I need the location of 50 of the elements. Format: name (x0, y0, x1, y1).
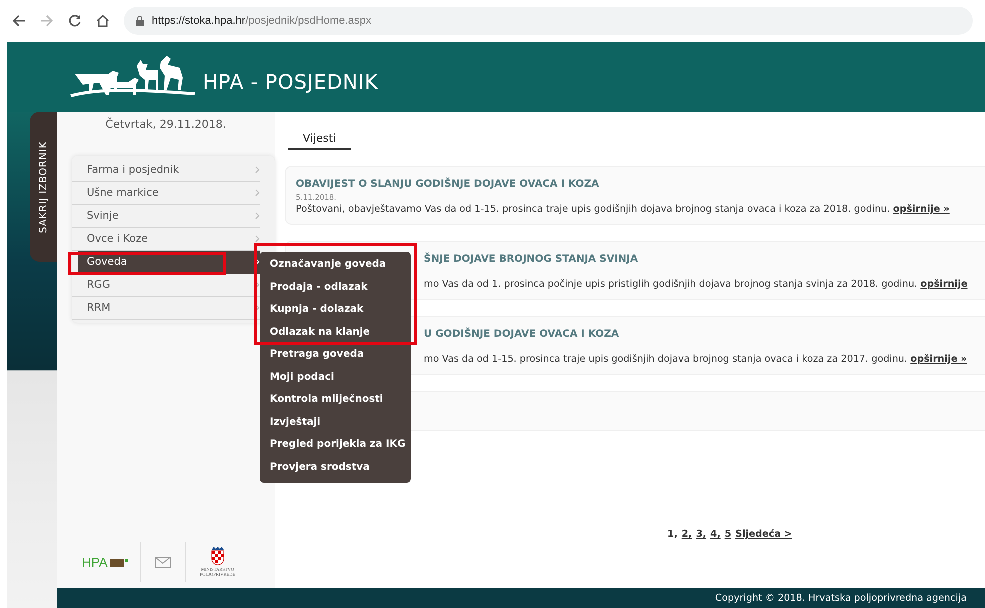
hide-menu-label: SAKRIJ IZBORNIK (38, 141, 49, 233)
address-bar[interactable]: https://stoka.hpa.hr/posjednik/psdHome.aspx (124, 7, 973, 35)
page-link[interactable]: Sljedeća > (736, 529, 792, 540)
read-more-link[interactable]: opširnije » (910, 354, 968, 365)
news-title[interactable]: OBAVIJEST O SLANJU GODIŠNJE DOJAVE OVACA I KOZA (296, 179, 600, 190)
submenu-item[interactable]: Označavanje goveda (260, 254, 411, 276)
current-page: 1, (668, 529, 678, 540)
page-link[interactable]: 4, (710, 529, 721, 540)
submenu-item[interactable]: Kontrola mliječnosti (260, 389, 411, 412)
current-date: Četvrtak, 29.11.2018. (104, 116, 228, 133)
chevron-right-icon (255, 258, 260, 266)
menu-item[interactable]: Farma i posjednik (72, 159, 260, 182)
copyright-text: Copyright © 2018. Hrvatska poljoprivredna agencija (715, 592, 967, 604)
home-icon[interactable] (96, 14, 110, 28)
submenu-item[interactable]: Pregled porijekla za IKG (260, 434, 411, 456)
chevron-right-icon (255, 304, 260, 312)
mail-icon[interactable] (154, 556, 171, 568)
tab[interactable]: Vijesti (288, 128, 352, 150)
submenu-item[interactable]: Pretraga goveda (260, 344, 411, 366)
page-link[interactable]: 3, (696, 529, 707, 540)
chevron-right-icon (255, 235, 260, 243)
hpa-logo-bars (110, 557, 130, 567)
site-title: HPA - POSJEDNIK (203, 70, 378, 94)
read-more-link[interactable]: opširnije » (893, 204, 950, 215)
chevron-right-icon (255, 166, 260, 174)
url-text: https://stoka.hpa.hr/posjednik/psdHome.aspx (152, 15, 372, 27)
read-more-link[interactable]: opširnije (920, 279, 968, 290)
page-link[interactable]: 2, (682, 529, 692, 540)
submenu-item[interactable]: Prodaja - odlazak (260, 276, 411, 299)
chevron-right-icon (255, 189, 260, 197)
news-text: mo Vas da od 1. prosinca počinje upis pristiglih godišnjih dojava brojnog stanja svinja za 2018. godinu. opširnije (424, 279, 968, 290)
hide-menu-tab[interactable]: SAKRIJ IZBORNIK (30, 112, 57, 262)
chevron-right-icon (255, 281, 260, 289)
menu-item[interactable]: Svinje (72, 205, 260, 228)
page-link[interactable]: 5 (724, 529, 732, 540)
coat-of-arms-icon (210, 546, 225, 565)
lock-icon (136, 16, 144, 26)
hpa-logo-text: HPA (82, 554, 108, 570)
news-title[interactable]: U GODIŠNJE DOJAVE OVACA I KOZA (424, 329, 620, 340)
news-text: Poštovani, obavještavamo Vas da od 1-15. prosinca traje upis godišnjih dojava brojnog stanja ovaca i koza za 2018. godinu. opširnije » (296, 204, 950, 215)
submenu-item[interactable]: Provjera srodstva (260, 456, 411, 479)
menu-item[interactable]: Ušne markice (72, 182, 260, 205)
news-text: mo Vas da od 1-15. prosinca traje upis godišnjih dojava brojnog stanja ovaca i koza za 2017. godinu. opširnije » (424, 354, 968, 365)
submenu-item[interactable]: Izvještaji (260, 412, 411, 434)
back-icon[interactable] (12, 14, 26, 28)
reload-icon[interactable] (68, 14, 82, 28)
chevron-right-icon (255, 212, 260, 220)
submenu-item[interactable]: Kupnja - dolazak (260, 299, 411, 322)
news-title[interactable]: ŠNJE DOJAVE BROJNOG STANJA SVINJA (424, 254, 638, 265)
submenu-item[interactable]: Moji podaci (260, 366, 411, 389)
